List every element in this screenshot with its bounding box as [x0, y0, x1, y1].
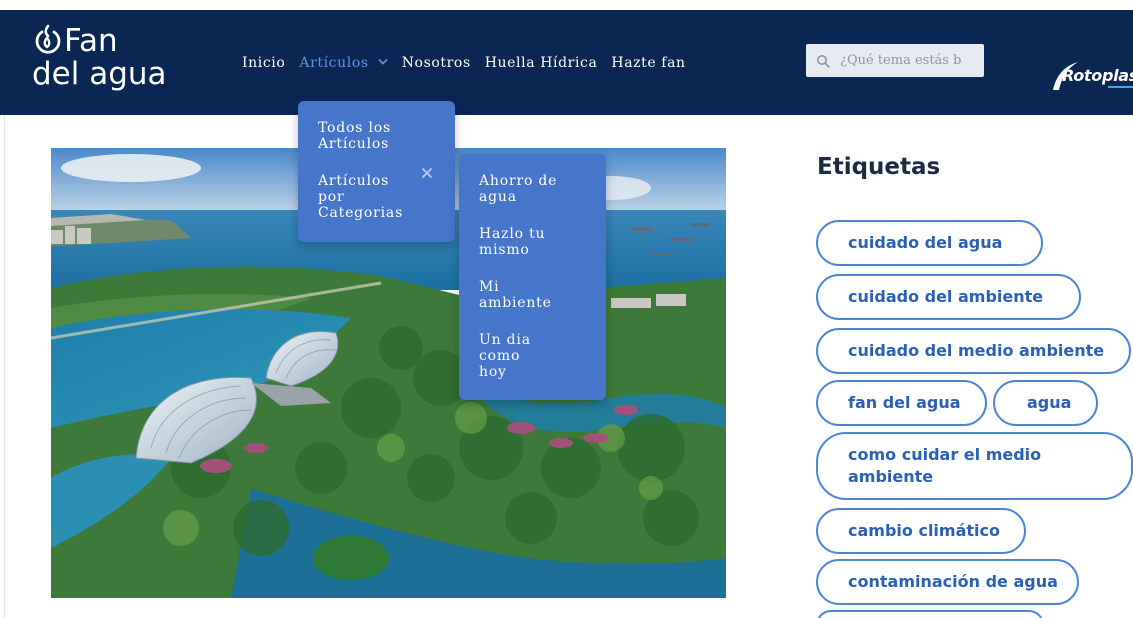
tag-como-cuidar-medio-ambiente[interactable]: como cuidar el medio ambiente	[816, 432, 1133, 500]
dropdown-item-articulos-categorias[interactable]: Artículos por Categorias	[318, 173, 418, 221]
subdropdown-item-hazlo-tu-mismo[interactable]: Hazlo tu mismo	[479, 226, 569, 258]
brand-underline	[1108, 86, 1133, 88]
nav-nosotros[interactable]: Nosotros	[402, 55, 471, 71]
tag-cuidado-del-agua[interactable]: cuidado del agua	[816, 220, 1043, 266]
brand-logo[interactable]: Rotoplas	[1050, 58, 1133, 92]
categories-subdropdown: Ahorro de agua Hazlo tu mismo Mi ambient…	[459, 154, 606, 400]
nav-articulos[interactable]: Artículos	[299, 55, 388, 71]
site-header: Fan del agua Inicio Artículos Nosotros H…	[0, 10, 1133, 115]
tag-cambio-climatico[interactable]: cambio climático	[816, 508, 1026, 554]
dropdown-item-todos-articulos[interactable]: Todos los Artículos	[318, 120, 428, 152]
main-nav: Inicio Artículos Nosotros Huella Hídrica…	[242, 55, 700, 71]
chevron-down-icon	[378, 59, 388, 65]
tag-cuidado-del-medio-ambiente[interactable]: cuidado del medio ambiente	[816, 328, 1131, 374]
search-box	[806, 44, 984, 77]
nav-inicio[interactable]: Inicio	[242, 55, 285, 71]
search-input[interactable]	[840, 53, 980, 68]
water-drop-icon	[35, 24, 61, 54]
subdropdown-item-un-dia-como-hoy[interactable]: Un dia como hoy	[479, 332, 549, 380]
subdropdown-item-mi-ambiente[interactable]: Mi ambiente	[479, 279, 569, 311]
content-divider	[4, 115, 5, 618]
tag-contaminacion-de-agua[interactable]: contaminación de agua	[816, 559, 1079, 605]
nav-huella-hidrica[interactable]: Huella Hídrica	[485, 55, 598, 71]
brand-text: Rotoplas	[1062, 66, 1133, 85]
tag-cuidado-del-ambiente[interactable]: cuidado del ambiente	[816, 274, 1081, 320]
tag-partial-next[interactable]	[816, 610, 1044, 618]
search-icon	[817, 54, 830, 68]
nav-articulos-label: Artículos	[299, 55, 369, 71]
subdropdown-item-ahorro-agua[interactable]: Ahorro de agua	[479, 173, 569, 205]
logo-line-2: del agua	[32, 56, 167, 92]
tag-agua[interactable]: agua	[993, 380, 1098, 426]
logo-text-fan: Fan	[64, 23, 118, 59]
close-icon[interactable]	[421, 167, 433, 179]
logo-line-1: Fan	[32, 24, 167, 58]
top-strip	[0, 0, 1133, 10]
tags-title: Etiquetas	[817, 154, 941, 180]
site-logo[interactable]: Fan del agua	[32, 24, 167, 91]
articles-dropdown: Todos los Artículos Artículos por Catego…	[298, 101, 455, 242]
nav-hazte-fan[interactable]: Hazte fan	[611, 55, 685, 71]
tag-fan-del-agua[interactable]: fan del agua	[816, 380, 987, 426]
